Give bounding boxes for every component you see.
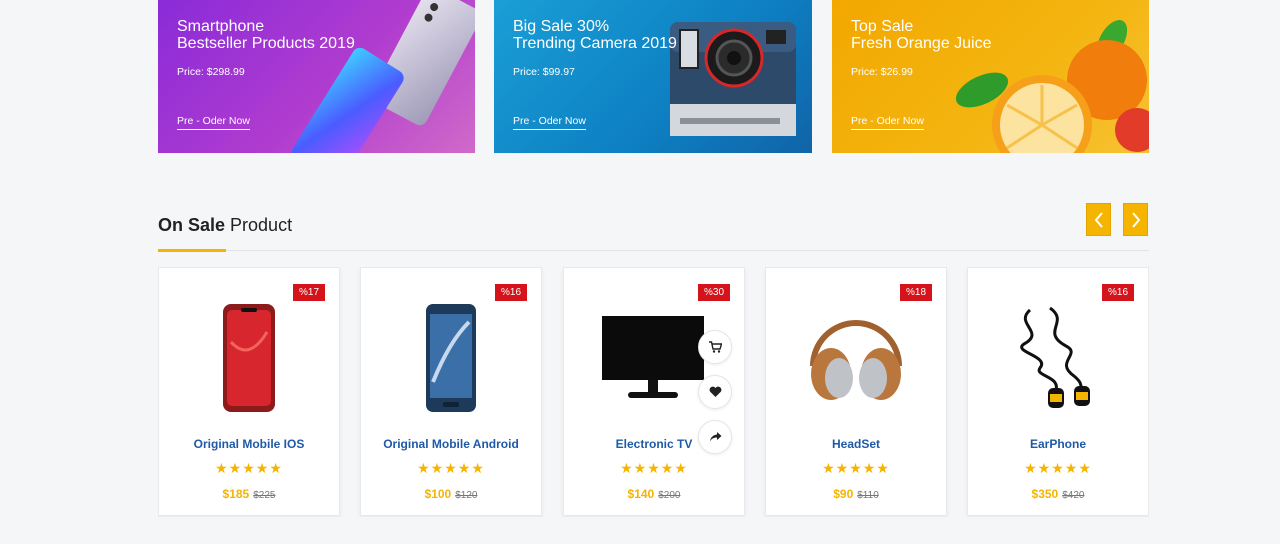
banner-camera[interactable]: Big Sale 30% Trending Camera 2019 Price:…	[494, 0, 812, 153]
banner-title-line2: Trending Camera 2019	[513, 35, 677, 52]
product-price: $90 $110	[766, 487, 946, 501]
rating-stars: ★★★★★	[822, 460, 890, 476]
old-price: $420	[1062, 490, 1085, 501]
old-price: $110	[857, 490, 879, 501]
cart-icon	[708, 341, 722, 353]
current-price: $350	[1031, 487, 1059, 501]
preorder-link[interactable]: Pre - Oder Now	[851, 115, 924, 130]
product-name[interactable]: EarPhone	[968, 437, 1148, 451]
rating-stars: ★★★★★	[620, 460, 688, 476]
product-image	[766, 298, 946, 418]
product-carousel: %17 Original Mobile IOS ★★★★★ $185 $225 %…	[158, 267, 1149, 517]
product-name[interactable]: Electronic TV	[564, 437, 744, 451]
current-price: $140	[627, 487, 655, 501]
current-price: $100	[424, 487, 452, 501]
product-price: $140 $200	[564, 487, 744, 501]
wishlist-button[interactable]	[698, 375, 732, 409]
banner-smartphone[interactable]: Smartphone Bestseller Products 2019 Pric…	[158, 0, 475, 153]
product-image	[968, 298, 1148, 418]
rating-stars: ★★★★★	[417, 460, 485, 476]
product-name[interactable]: HeadSet	[766, 437, 946, 451]
carousel-next-button[interactable]	[1123, 203, 1148, 236]
product-name[interactable]: Original Mobile IOS	[159, 437, 339, 451]
chevron-left-icon	[1094, 211, 1103, 228]
banner-title-line1: Smartphone	[177, 18, 265, 35]
section-title: On Sale Product	[158, 215, 292, 236]
product-name[interactable]: Original Mobile Android	[361, 437, 541, 451]
banner-price: Price: $99.97	[513, 66, 575, 78]
banner-title-line1: Top Sale	[851, 18, 914, 35]
banner-orange-juice[interactable]: Top Sale Fresh Orange Juice Price: $26.9…	[832, 0, 1149, 153]
section-title-rest: Product	[225, 215, 293, 235]
carousel-prev-button[interactable]	[1086, 203, 1111, 236]
product-card[interactable]: %18 HeadSet ★★★★★ $90 $110	[765, 267, 947, 516]
rating-stars: ★★★★★	[1024, 460, 1092, 476]
product-image	[361, 298, 541, 418]
old-price: $225	[253, 490, 276, 501]
banner-title-line2: Fresh Orange Juice	[851, 35, 992, 52]
product-card[interactable]: %30 Electronic TV ★★★★★ $140 $200	[563, 267, 745, 516]
chevron-right-icon	[1131, 211, 1140, 228]
product-card[interactable]: %16 EarPhone ★★★★★ $350 $420	[967, 267, 1149, 516]
heart-icon	[709, 386, 721, 397]
product-price: $185 $225	[159, 487, 339, 501]
add-to-cart-button[interactable]	[698, 330, 732, 364]
current-price: $90	[833, 487, 854, 501]
banner-title-line2: Bestseller Products 2019	[177, 35, 355, 52]
product-card[interactable]: %16 Original Mobile Android ★★★★★ $100 $1…	[360, 267, 542, 516]
product-image	[159, 298, 339, 418]
banner-price: Price: $298.99	[177, 66, 245, 78]
preorder-link[interactable]: Pre - Oder Now	[177, 115, 250, 130]
current-price: $185	[222, 487, 250, 501]
section-divider-accent	[158, 249, 226, 252]
banner-title-line1: Big Sale 30%	[513, 18, 610, 35]
section-divider	[158, 250, 1149, 251]
rating-stars: ★★★★★	[215, 460, 283, 476]
promo-banners: Smartphone Bestseller Products 2019 Pric…	[158, 0, 1149, 153]
old-price: $120	[455, 490, 478, 501]
product-card[interactable]: %17 Original Mobile IOS ★★★★★ $185 $225	[158, 267, 340, 516]
old-price: $200	[658, 490, 681, 501]
product-price: $350 $420	[968, 487, 1148, 501]
section-title-bold: On Sale	[158, 215, 226, 235]
product-price: $100 $120	[361, 487, 541, 501]
banner-price: Price: $26.99	[851, 66, 913, 78]
preorder-link[interactable]: Pre - Oder Now	[513, 115, 586, 130]
